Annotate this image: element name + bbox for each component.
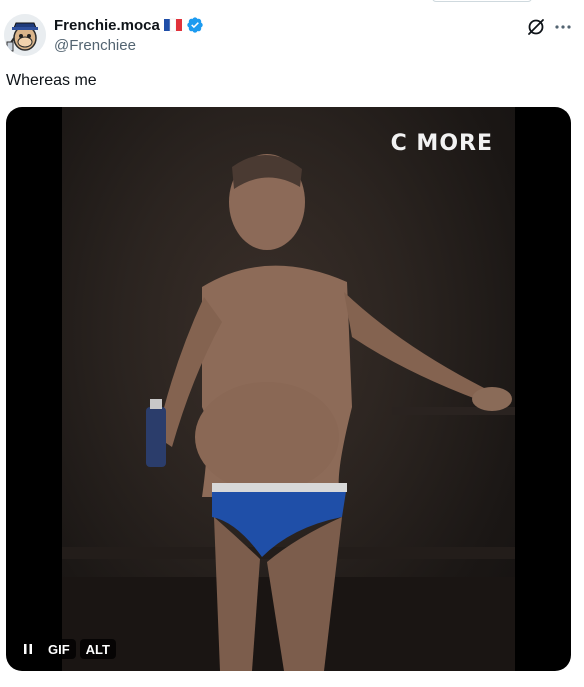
- alt-text-button[interactable]: ALT: [79, 639, 116, 659]
- gif-scene-illustration: [62, 154, 515, 671]
- author-handle[interactable]: @Frenchiee: [54, 37, 136, 54]
- previous-element-edge: [432, 0, 532, 2]
- gif-watermark: C MORE: [390, 131, 493, 156]
- gif-frame: C MORE: [62, 107, 515, 671]
- author-display-name[interactable]: Frenchie.moca: [54, 17, 160, 34]
- tweet-card: Frenchie.moca @Frenchiee Whereas me C MO…: [0, 0, 584, 687]
- avatar[interactable]: [4, 14, 46, 56]
- pause-icon: [24, 644, 32, 654]
- media-controls: GIF ALT: [18, 639, 116, 659]
- france-flag-icon: [163, 18, 182, 32]
- author-name-row: Frenchie.moca: [54, 15, 204, 35]
- more-icon[interactable]: [552, 17, 574, 37]
- gif-badge[interactable]: GIF: [42, 639, 76, 659]
- pause-button[interactable]: [18, 639, 38, 659]
- tweet-text: Whereas me: [6, 72, 97, 89]
- verified-badge-icon[interactable]: [186, 16, 204, 34]
- gif-media[interactable]: C MORE GIF ALT: [6, 107, 571, 671]
- grok-icon[interactable]: [526, 17, 546, 37]
